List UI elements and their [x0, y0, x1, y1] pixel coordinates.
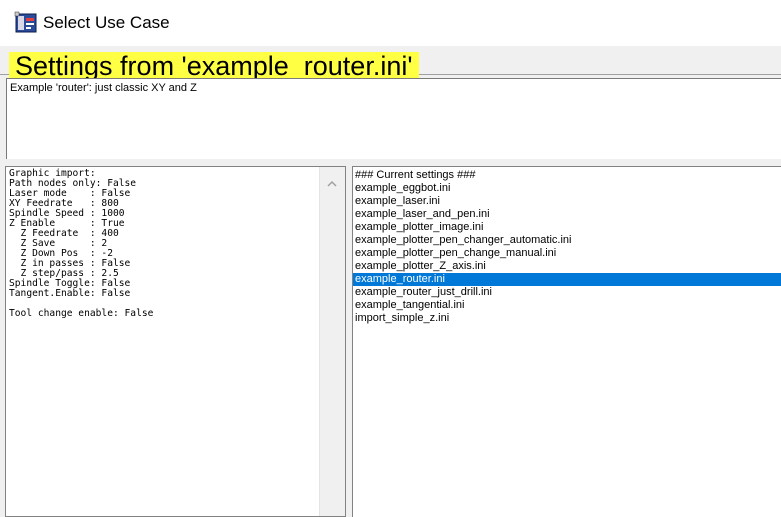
use-case-item[interactable]: example_plotter_Z_axis.ini: [353, 260, 781, 273]
settings-text-panel[interactable]: Graphic import: Path nodes only: False L…: [5, 166, 346, 517]
use-case-item[interactable]: example_router.ini: [353, 273, 781, 286]
left-edge-artifact: [0, 100, 3, 160]
title-bar[interactable]: Select Use Case: [0, 0, 781, 46]
select-use-case-window: Select Use Case Settings from 'example_r…: [0, 0, 781, 517]
use-case-item[interactable]: example_plotter_pen_changer_automatic.in…: [353, 234, 781, 247]
use-case-item[interactable]: example_tangential.ini: [353, 299, 781, 312]
use-case-list-panel[interactable]: ### Current settings ### example_eggbot.i…: [352, 166, 781, 517]
app-icon: [14, 11, 38, 35]
window-title: Select Use Case: [43, 13, 170, 32]
use-case-item[interactable]: ### Current settings ###: [353, 169, 781, 182]
use-case-item[interactable]: example_router_just_drill.ini: [353, 286, 781, 299]
use-case-list[interactable]: ### Current settings ### example_eggbot.i…: [353, 169, 781, 325]
settings-scrollbar[interactable]: [319, 167, 345, 516]
use-case-item[interactable]: example_laser_and_pen.ini: [353, 208, 781, 221]
use-case-item[interactable]: example_plotter_pen_change_manual.ini: [353, 247, 781, 260]
settings-banner: Settings from 'example_router.ini': [9, 52, 419, 81]
description-box[interactable]: Example 'router': just classic XY and Z: [6, 78, 781, 159]
use-case-item[interactable]: example_eggbot.ini: [353, 182, 781, 195]
description-text: Example 'router': just classic XY and Z: [10, 82, 197, 94]
use-case-item[interactable]: example_laser.ini: [353, 195, 781, 208]
scroll-up-icon[interactable]: [326, 177, 338, 189]
use-case-item[interactable]: import_simple_z.ini: [353, 312, 781, 325]
use-case-item[interactable]: example_plotter_image.ini: [353, 221, 781, 234]
settings-text: Graphic import: Path nodes only: False L…: [9, 168, 154, 319]
